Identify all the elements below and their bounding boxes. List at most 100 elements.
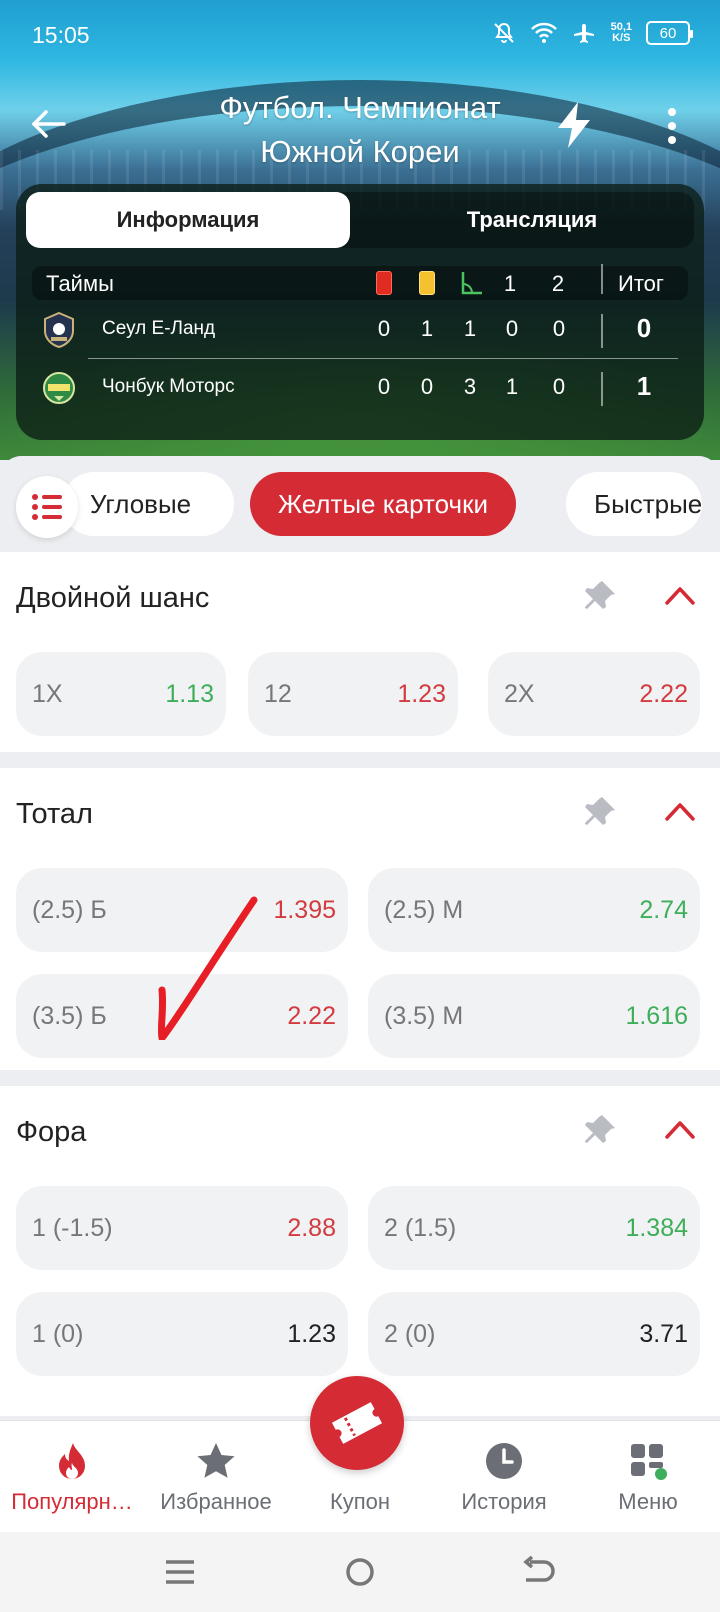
- nav-label: Популярн…: [11, 1489, 133, 1514]
- odd-name: (2.5) М: [384, 896, 464, 924]
- odd-value: 1.23: [397, 680, 446, 708]
- pin-icon[interactable]: [582, 794, 618, 830]
- odd-name: (2.5) Б: [32, 896, 107, 924]
- star-icon: [196, 1441, 236, 1481]
- chevron-up-icon[interactable]: [664, 800, 696, 822]
- odd-value: 2.22: [639, 680, 688, 708]
- chevron-up-icon[interactable]: [664, 1118, 696, 1140]
- page-title-line2: Южной Кореи: [260, 134, 460, 169]
- odd-value: 1.13: [165, 680, 214, 708]
- row-divider: [601, 314, 603, 348]
- odd-name: 2X: [504, 680, 535, 708]
- nav-label: История: [461, 1489, 547, 1514]
- odd-button[interactable]: (3.5) М 1.616: [368, 974, 700, 1058]
- nav-history[interactable]: История: [432, 1421, 576, 1533]
- market-double-chance: Двойной шанс 1X 1.13 12 1.23 2X 2.22: [0, 552, 720, 752]
- seoul-e-land-logo-icon: [42, 311, 76, 349]
- status-icons: 50,1 K/S 60: [491, 20, 693, 46]
- info-tabs: Информация Трансляция: [26, 192, 694, 248]
- page-title-line1: Футбол. Чемпионат: [219, 90, 501, 125]
- tab-information[interactable]: Информация: [26, 192, 350, 248]
- red-cards-value: 0: [377, 374, 391, 399]
- filter-list-button[interactable]: [16, 476, 78, 538]
- odd-value: 1.23: [287, 1320, 336, 1348]
- period-1-header: 1: [503, 271, 517, 296]
- nav-popular[interactable]: Популярн…: [0, 1421, 144, 1533]
- row-divider: [601, 372, 603, 406]
- battery-icon: 60: [646, 21, 693, 45]
- back-arrow-icon[interactable]: [28, 104, 68, 144]
- odd-button[interactable]: (3.5) Б 2.22: [16, 974, 348, 1058]
- odd-value: 1.384: [625, 1214, 688, 1242]
- list-icon: [32, 494, 62, 520]
- odd-name: 1 (0): [32, 1320, 84, 1348]
- red-cards-value: 0: [377, 316, 391, 341]
- odd-name: 1 (-1.5): [32, 1214, 113, 1242]
- tab-broadcast[interactable]: Трансляция: [370, 192, 694, 248]
- nav-menu[interactable]: Меню: [576, 1421, 720, 1533]
- odd-button[interactable]: 12 1.23: [248, 652, 458, 736]
- odd-name: 12: [264, 680, 292, 708]
- total-score: 1: [636, 371, 652, 401]
- odd-button[interactable]: (2.5) Б 1.395: [16, 868, 348, 952]
- system-navigation-bar: [0, 1532, 720, 1612]
- chip-fast[interactable]: Быстрые: [566, 472, 703, 536]
- more-vertical-icon[interactable]: [660, 104, 684, 148]
- odd-value: 2.74: [639, 896, 688, 924]
- header-divider: [601, 264, 603, 294]
- nav-label: Меню: [618, 1489, 678, 1514]
- team-row-home: Сеул Е-Ланд 0 1 1 0 0 0: [32, 302, 688, 358]
- market-title: Тотал: [16, 798, 93, 830]
- odd-button[interactable]: 2 (0) 3.71: [368, 1292, 700, 1376]
- odd-value: 2.88: [287, 1214, 336, 1242]
- net-speed-unit: K/S: [612, 32, 631, 44]
- pin-icon[interactable]: [582, 1112, 618, 1148]
- nav-label: Избранное: [160, 1489, 272, 1514]
- period-1-score: 0: [505, 316, 519, 341]
- odd-value: 1.395: [273, 896, 336, 924]
- grid-icon: [628, 1441, 668, 1481]
- market-filter-bar: Угловые Желтые карточки Быстрые: [0, 456, 720, 552]
- odd-button[interactable]: 1 (0) 1.23: [16, 1292, 348, 1376]
- odd-value: 2.22: [287, 1002, 336, 1030]
- corners-value: 3: [463, 374, 477, 399]
- scoreboard-card: Информация Трансляция Таймы 1 2 Итог Сеу…: [16, 184, 704, 440]
- lightning-icon[interactable]: [552, 100, 596, 150]
- periods-label: Таймы: [46, 271, 114, 296]
- fire-icon: [52, 1441, 92, 1481]
- total-label: Итог: [618, 271, 664, 296]
- bell-off-icon: [491, 20, 517, 46]
- ticket-icon: [331, 1402, 383, 1444]
- markets-content: Угловые Желтые карточки Быстрые Двойной …: [0, 456, 720, 1416]
- chip-yellow-cards[interactable]: Желтые карточки: [250, 472, 516, 536]
- odd-value: 3.71: [639, 1320, 688, 1348]
- corners-value: 1: [463, 316, 477, 341]
- nav-favorites[interactable]: Избранное: [144, 1421, 288, 1533]
- odd-button[interactable]: 1X 1.13: [16, 652, 226, 736]
- odd-button[interactable]: 1 (-1.5) 2.88: [16, 1186, 348, 1270]
- odd-button[interactable]: 2 (1.5) 1.384: [368, 1186, 700, 1270]
- period-2-header: 2: [551, 271, 565, 296]
- total-score: 0: [636, 313, 652, 343]
- airplane-icon: [571, 20, 597, 46]
- chevron-up-icon[interactable]: [664, 584, 696, 606]
- odd-name: (3.5) Б: [32, 1002, 107, 1030]
- top-bar: Футбол. Чемпионат Южной Кореи: [0, 80, 720, 180]
- menu-lines-icon[interactable]: [160, 1554, 200, 1590]
- odd-button[interactable]: (2.5) М 2.74: [368, 868, 700, 952]
- scoreboard-header: Таймы 1 2 Итог: [32, 264, 688, 300]
- corner-flag-icon: [460, 270, 484, 296]
- home-circle-icon[interactable]: [340, 1554, 380, 1590]
- team-divider: [88, 358, 678, 359]
- odd-button[interactable]: 2X 2.22: [488, 652, 700, 736]
- pin-icon[interactable]: [582, 578, 618, 614]
- chip-corners[interactable]: Угловые: [62, 472, 234, 536]
- net-speed: 50,1 K/S: [611, 22, 632, 44]
- odd-value: 1.616: [625, 1002, 688, 1030]
- period-1-score: 1: [505, 374, 519, 399]
- yellow-cards-value: 1: [420, 316, 434, 341]
- wifi-icon: [530, 20, 557, 46]
- team-name: Сеул Е-Ланд: [102, 318, 216, 339]
- back-icon[interactable]: [518, 1554, 558, 1590]
- coupon-button[interactable]: [310, 1376, 404, 1470]
